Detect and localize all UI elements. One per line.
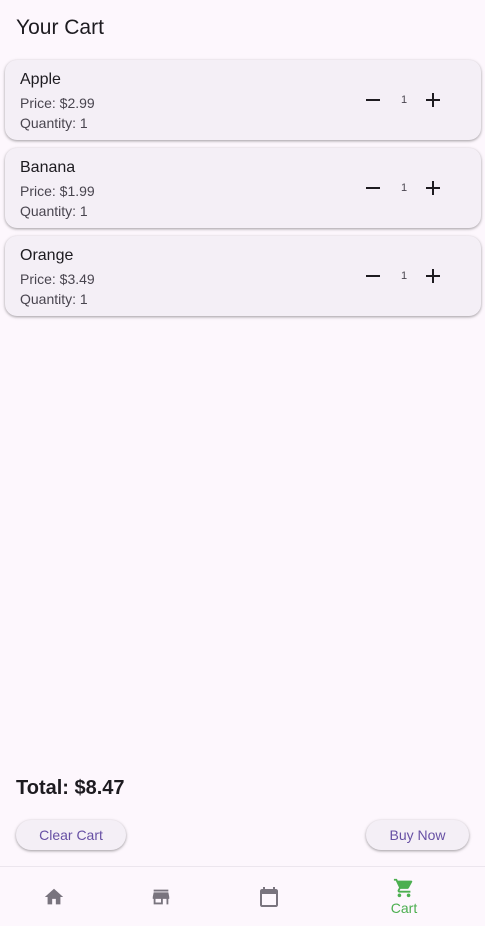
cart-icon: [393, 878, 413, 898]
increase-button[interactable]: [417, 84, 449, 116]
quantity-value: 1: [400, 182, 408, 194]
item-name: Apple: [20, 71, 61, 88]
item-quantity: Quantity: 1: [20, 203, 88, 219]
store-icon: [152, 889, 170, 904]
decrease-button[interactable]: [357, 172, 389, 204]
minus-icon: [366, 187, 380, 189]
plus-icon: [426, 181, 440, 195]
quantity-value: 1: [400, 270, 408, 282]
plus-icon: [426, 269, 440, 283]
buy-now-button[interactable]: Buy Now: [366, 820, 469, 850]
increase-button[interactable]: [417, 172, 449, 204]
item-price: Price: $2.99: [20, 95, 95, 111]
cart-item-banana: Banana Price: $1.99 Quantity: 1 1: [5, 148, 481, 228]
minus-icon: [366, 275, 380, 277]
nav-item-store[interactable]: [121, 867, 201, 926]
clear-cart-button[interactable]: Clear Cart: [16, 820, 126, 850]
item-name: Orange: [20, 247, 74, 264]
minus-icon: [366, 99, 380, 101]
nav-label-cart: Cart: [390, 900, 418, 916]
cart-list: Apple Price: $2.99 Quantity: 1 1 Banana …: [5, 60, 481, 324]
decrease-button[interactable]: [357, 260, 389, 292]
increase-button[interactable]: [417, 260, 449, 292]
nav-item-calendar[interactable]: [229, 867, 309, 926]
cart-total: Total: $8.47: [16, 777, 125, 799]
bottom-navigation: Cart: [0, 866, 485, 926]
item-quantity: Quantity: 1: [20, 291, 88, 307]
item-name: Banana: [20, 159, 76, 176]
quantity-stepper: 1: [355, 260, 463, 292]
cart-item-orange: Orange Price: $3.49 Quantity: 1 1: [5, 236, 481, 316]
item-price: Price: $3.49: [20, 271, 95, 287]
nav-item-home[interactable]: [14, 867, 94, 926]
quantity-stepper: 1: [355, 84, 463, 116]
page-title: Your Cart: [16, 16, 104, 39]
home-icon: [44, 888, 64, 904]
plus-icon: [426, 93, 440, 107]
quantity-stepper: 1: [355, 172, 463, 204]
cart-item-apple: Apple Price: $2.99 Quantity: 1 1: [5, 60, 481, 140]
nav-item-cart[interactable]: Cart: [364, 867, 444, 926]
item-price: Price: $1.99: [20, 183, 95, 199]
calendar-icon: [260, 886, 278, 907]
decrease-button[interactable]: [357, 84, 389, 116]
item-quantity: Quantity: 1: [20, 115, 88, 131]
quantity-value: 1: [400, 94, 408, 106]
